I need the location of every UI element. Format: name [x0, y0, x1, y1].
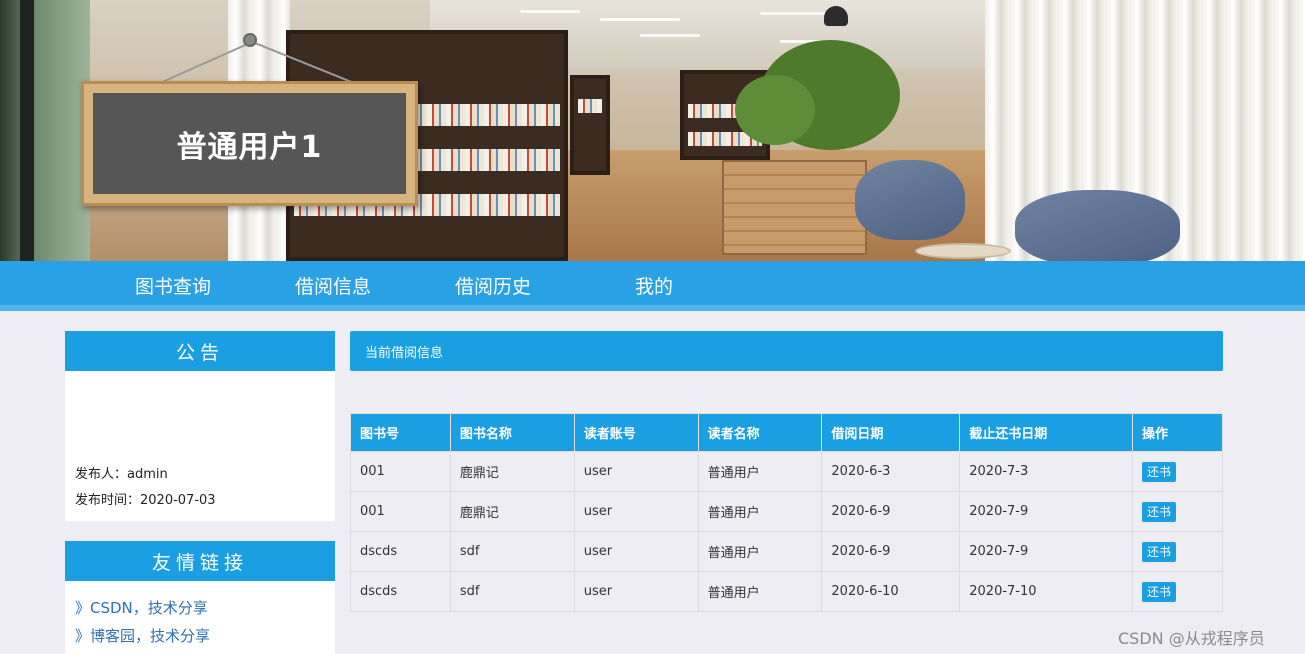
notice-title: 公告 — [65, 331, 335, 371]
header-banner: 普通用户1 — [0, 0, 1305, 261]
cell-action: 还书 — [1132, 451, 1223, 492]
banner-chair — [855, 160, 965, 240]
links-panel: 》CSDN，技术分享 》博客园，技术分享 — [65, 581, 335, 654]
links-title: 友情链接 — [65, 541, 335, 581]
cell-reader-name: 普通用户 — [697, 531, 823, 572]
cell-book-id: 001 — [350, 451, 451, 492]
user-title: 普通用户1 — [176, 129, 323, 165]
table-row: 001 鹿鼎记 user 普通用户 2020-6-9 2020-7-9 还书 — [350, 491, 1223, 532]
nav-mine[interactable]: 我的 — [635, 272, 673, 299]
column-header: 图书号 — [350, 413, 451, 452]
table-header-row: 图书号 图书名称 读者账号 读者名称 借阅日期 截止还书日期 操作 — [350, 413, 1223, 452]
link-cnblogs[interactable]: 》博客园，技术分享 — [75, 625, 210, 646]
cell-book-name: 鹿鼎记 — [449, 451, 575, 492]
table-row: dscds sdf user 普通用户 2020-6-10 2020-7-10 … — [350, 571, 1223, 612]
cell-book-id: dscds — [350, 531, 451, 572]
return-book-button[interactable]: 还书 — [1142, 541, 1177, 562]
cell-action: 还书 — [1132, 491, 1223, 532]
cell-borrow-date: 2020-6-3 — [821, 451, 961, 492]
column-header: 读者账号 — [573, 413, 699, 452]
cell-reader-name: 普通用户 — [697, 451, 823, 492]
csdn-watermark: CSDN @从戎程序员 — [1118, 629, 1265, 648]
cell-due-date: 2020-7-3 — [959, 451, 1134, 492]
table-row: dscds sdf user 普通用户 2020-6-9 2020-7-9 还书 — [350, 531, 1223, 572]
table-row: 001 鹿鼎记 user 普通用户 2020-6-3 2020-7-3 还书 — [350, 451, 1223, 492]
nav-borrow-history[interactable]: 借阅历史 — [455, 272, 531, 299]
cell-reader-account: user — [573, 531, 699, 572]
notice-publish-time: 发布时间：2020-07-03 — [75, 493, 216, 508]
banner-lamp — [824, 6, 848, 26]
banner-table — [915, 243, 1011, 259]
cell-book-name: sdf — [449, 531, 575, 572]
banner-window-frame — [20, 0, 34, 261]
cell-reader-name: 普通用户 — [697, 571, 823, 612]
cell-reader-name: 普通用户 — [697, 491, 823, 532]
column-header: 借阅日期 — [821, 413, 961, 452]
main-nav: 图书查询 借阅信息 借阅历史 我的 — [0, 261, 1305, 311]
return-book-button[interactable]: 还书 — [1142, 501, 1177, 522]
cell-book-id: 001 — [350, 491, 451, 532]
cell-reader-account: user — [573, 451, 699, 492]
cell-action: 还书 — [1132, 571, 1223, 612]
cell-borrow-date: 2020-6-9 — [821, 531, 961, 572]
column-header: 操作 — [1132, 413, 1223, 452]
return-book-button[interactable]: 还书 — [1142, 581, 1177, 602]
cell-action: 还书 — [1132, 531, 1223, 572]
banner-left-wall — [0, 0, 90, 261]
current-borrow-title: 当前借阅信息 — [350, 331, 1223, 371]
cell-book-id: dscds — [350, 571, 451, 612]
nav-borrow-info[interactable]: 借阅信息 — [295, 272, 371, 299]
cell-due-date: 2020-7-10 — [959, 571, 1134, 612]
cell-borrow-date: 2020-6-10 — [821, 571, 961, 612]
cell-book-name: sdf — [449, 571, 575, 612]
signboard-slate: 普通用户1 — [93, 93, 406, 194]
cell-due-date: 2020-7-9 — [959, 491, 1134, 532]
cell-reader-account: user — [573, 571, 699, 612]
cell-book-name: 鹿鼎记 — [449, 491, 575, 532]
user-signboard: 普通用户1 — [81, 81, 418, 206]
notice-publisher: 发布人：admin — [75, 467, 168, 482]
cell-borrow-date: 2020-6-9 — [821, 491, 961, 532]
column-header: 读者名称 — [697, 413, 823, 452]
column-header: 图书名称 — [449, 413, 575, 452]
notice-panel: 发布人：admin 发布时间：2020-07-03 — [65, 371, 335, 521]
cell-reader-account: user — [573, 491, 699, 532]
return-book-button[interactable]: 还书 — [1142, 461, 1177, 482]
banner-chair — [1015, 190, 1180, 261]
borrow-table: 图书号 图书名称 读者账号 读者名称 借阅日期 截止还书日期 操作 001 鹿鼎… — [350, 413, 1223, 612]
link-csdn[interactable]: 》CSDN，技术分享 — [75, 597, 208, 618]
cell-due-date: 2020-7-9 — [959, 531, 1134, 572]
banner-planter — [722, 160, 867, 255]
banner-bookshelf-mid — [570, 75, 610, 175]
nav-book-search[interactable]: 图书查询 — [135, 272, 211, 299]
pin-icon — [243, 33, 257, 47]
column-header: 截止还书日期 — [959, 413, 1134, 452]
